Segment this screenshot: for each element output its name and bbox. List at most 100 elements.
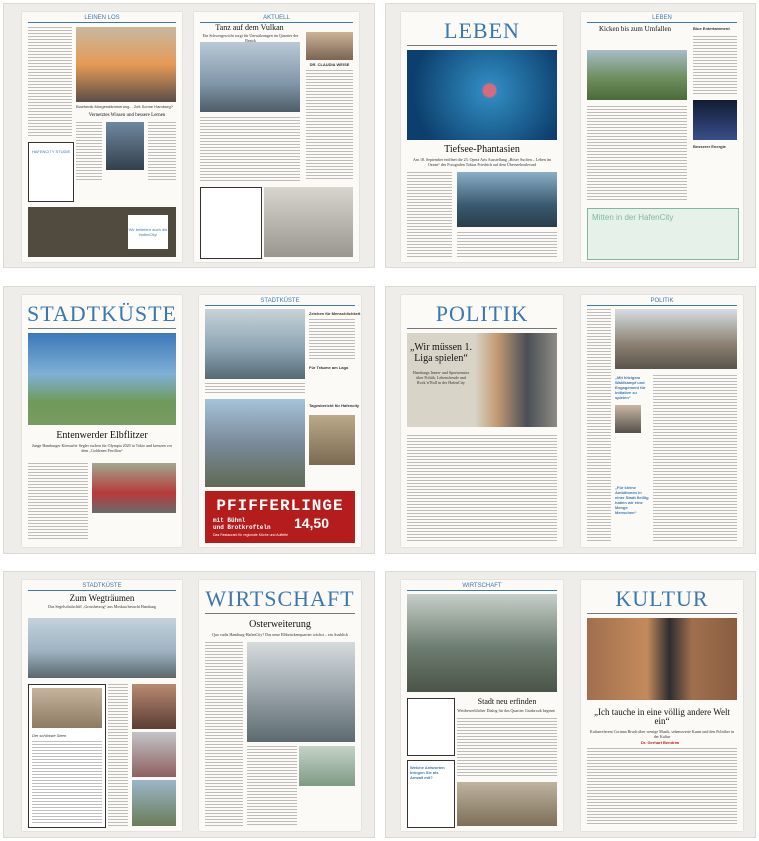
headline: Tanz auf dem Vulkan bbox=[215, 23, 284, 32]
column-text bbox=[205, 383, 305, 395]
office-photo bbox=[615, 309, 737, 369]
side-headline: Zeichen für Menschlichkeit bbox=[309, 311, 361, 316]
ad-line-1: mit Bühnl bbox=[213, 517, 246, 524]
page-leben-left: LEBEN Tiefsee-Phantasien Am 18. Septembe… bbox=[401, 12, 563, 262]
subline: Kulturreferent Corinna Bruch über wenige… bbox=[589, 729, 735, 739]
subline: Am 18. September eröffnet die 23. Opera … bbox=[412, 157, 551, 167]
aerial-photo bbox=[299, 746, 355, 786]
ad-line-3: Das Restaurant für regionale Küche und A… bbox=[213, 533, 288, 537]
collage-photo-1 bbox=[132, 684, 176, 729]
collage-photo-3 bbox=[132, 780, 176, 826]
rule bbox=[205, 613, 355, 614]
ad-title: Mitten in der HafenCity bbox=[592, 213, 674, 222]
column-text bbox=[108, 684, 128, 826]
subline: Hamburgs Innen- und Sportsenator über Po… bbox=[412, 370, 470, 385]
page-politik-right: POLITIK „Mit hitzigem Wahlkampf und Enga… bbox=[581, 295, 743, 547]
portrait-small-1 bbox=[615, 405, 641, 433]
page-leben-right: LEBEN Kicken bis zum Umfallen Blue Enter… bbox=[581, 12, 743, 262]
ad-mitten: Mitten in der HafenCity bbox=[587, 208, 739, 260]
column-text bbox=[587, 106, 687, 201]
ad-line-2: und Brotkrofteln bbox=[213, 524, 271, 531]
section-label: LEINEN LOS bbox=[28, 15, 176, 23]
skyline-photo bbox=[247, 642, 355, 742]
rule bbox=[407, 45, 557, 46]
page-wirtschaft-2: WIRTSCHAFT Stadt neu erfinden Wettbewerb… bbox=[401, 580, 563, 831]
pyramid-photo bbox=[200, 42, 300, 112]
spread-2: LEBEN Tiefsee-Phantasien Am 18. Septembe… bbox=[385, 3, 756, 268]
section-title: LEBEN bbox=[444, 18, 520, 43]
headline: „Ich tauche in eine völlig andere Welt e… bbox=[593, 707, 731, 727]
column-text bbox=[587, 309, 611, 541]
ad-text: Wir beliefern auch die HafenCity! bbox=[128, 227, 168, 237]
headline: Tiefsee-Phantasien bbox=[444, 144, 520, 155]
box-photo bbox=[32, 688, 102, 728]
lawyer-box-head: Welche Antworten bringen Sie als Anwalt … bbox=[410, 765, 445, 780]
section-title: POLITIK bbox=[435, 301, 529, 326]
page-kultur: KULTUR „Ich tauche in eine völlig andere… bbox=[581, 580, 743, 831]
lawyer-box: Welche Antworten bringen Sie als Anwalt … bbox=[407, 760, 455, 828]
pull-quote-2: „Für kleine Ambitionen in einer Stadt fl… bbox=[615, 485, 649, 515]
section-label: POLITIK bbox=[587, 298, 737, 306]
waterside-photo bbox=[205, 399, 305, 487]
headline: Vernetztes Wissen und bessere Lernen bbox=[88, 113, 166, 118]
collage-photo-2 bbox=[132, 732, 176, 777]
night-photo bbox=[693, 100, 737, 140]
page-politik-left: POLITIK „Wir müssen 1. Liga spielen“ Ham… bbox=[401, 295, 563, 547]
column-text bbox=[247, 746, 297, 826]
tallship-photo bbox=[28, 618, 176, 678]
headline: Osterweiterung bbox=[249, 619, 311, 630]
section-title: WIRTSCHAFT bbox=[205, 586, 355, 611]
portrait-photo bbox=[106, 122, 144, 170]
people-photo bbox=[92, 463, 176, 513]
box-text bbox=[32, 741, 102, 823]
column-text bbox=[407, 435, 557, 541]
side-headline-2: Besserer Energie bbox=[693, 144, 726, 149]
hafencity-box: HAFENCITY STUDIE bbox=[28, 142, 74, 202]
column-text bbox=[28, 463, 88, 541]
column-text bbox=[653, 375, 737, 541]
info-box bbox=[407, 698, 455, 756]
side-headline-3: Tagesbericht für Hafencity bbox=[309, 403, 360, 408]
sunset-photo bbox=[76, 27, 176, 102]
spread-4: POLITIK „Wir müssen 1. Liga spielen“ Ham… bbox=[385, 286, 756, 554]
page-aktuell: AKTUELL Tanz auf dem Vulkan Ein Schwerge… bbox=[194, 12, 359, 262]
sailing-photo bbox=[28, 333, 176, 425]
column-text bbox=[587, 748, 737, 826]
spread-6: WIRTSCHAFT Stadt neu erfinden Wettbewerb… bbox=[385, 571, 756, 838]
column-text bbox=[457, 718, 557, 778]
section-title: STADTKÜSTE bbox=[26, 301, 177, 326]
model-photo bbox=[457, 782, 557, 826]
box-title: HAFENCITY STUDIE bbox=[31, 149, 71, 154]
rule bbox=[28, 328, 176, 329]
headline: Entenwerder Elbflitzer bbox=[56, 430, 148, 441]
jellyfish-photo bbox=[407, 50, 557, 140]
headline: Kicken bis zum Umfallen bbox=[598, 25, 672, 33]
column-text bbox=[148, 122, 176, 182]
ad-box: Wir beliefern auch die HafenCity! bbox=[128, 215, 168, 249]
ad-banner: Wir beliefern auch die HafenCity! bbox=[28, 207, 176, 257]
football-photo bbox=[587, 50, 687, 100]
ad-pfifferlinge: PFIFFERLINGE mit Bühnl und Brotkrofteln … bbox=[205, 491, 355, 543]
headline: Stadt neu erfinden bbox=[477, 697, 537, 706]
interior-photo bbox=[264, 187, 353, 257]
page-wirtschaft: WIRTSCHAFT Osterweiterung Quo vadis Hamb… bbox=[199, 580, 361, 831]
spread-3: STADTKÜSTE Entenwerder Elbflitzer Junge … bbox=[3, 286, 375, 554]
harbor-photo bbox=[205, 309, 305, 379]
box-headline: Der schönste Stern bbox=[32, 733, 67, 738]
page-stadtkueste-left: STADTKÜSTE Entenwerder Elbflitzer Junge … bbox=[22, 295, 182, 547]
section-label: AKTUELL bbox=[200, 15, 353, 23]
ad-headline: PFIFFERLINGE bbox=[216, 497, 344, 515]
author-name: DR. CLAUDIA WEISE bbox=[309, 62, 350, 67]
ad-box bbox=[200, 187, 262, 259]
rule bbox=[587, 613, 737, 614]
harbour-aerial-photo bbox=[407, 594, 557, 692]
photo-caption: Bowhenik Morgendämmerung... Zeit Sonne H… bbox=[76, 104, 173, 109]
author-name: Dr. Gerhart Bendrim bbox=[641, 740, 680, 745]
spread-1: LEINEN LOS Bowhenik Morgendämmerung... Z… bbox=[3, 3, 375, 268]
rule bbox=[407, 328, 557, 329]
headline: „Wir müssen 1. Liga spielen“ bbox=[409, 342, 473, 364]
headline: Zum Wegträumen bbox=[69, 593, 135, 603]
column-text bbox=[457, 232, 557, 257]
section-label: LEBEN bbox=[587, 15, 737, 23]
page-stadtkueste-2: STADTKÜSTE Zum Wegträumen Das Segelschul… bbox=[22, 580, 182, 831]
